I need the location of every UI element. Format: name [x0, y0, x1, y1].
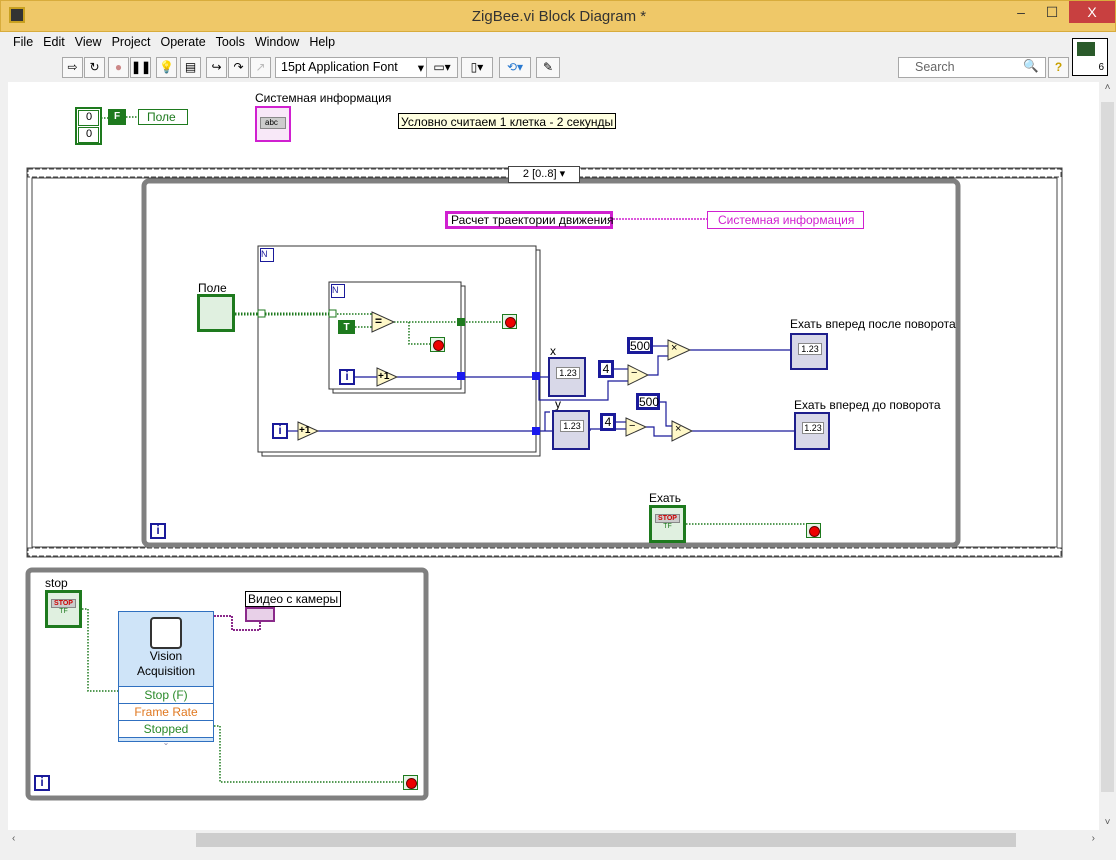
- local-variable-sys-info[interactable]: Системная информация: [707, 211, 864, 229]
- conditional-terminal-outer: [502, 314, 517, 329]
- increment-symbol-outer: +1: [299, 425, 311, 436]
- out2-label: Ехать вперед до поворота: [794, 398, 941, 412]
- go-tf: TF: [663, 523, 672, 530]
- out1-indicator[interactable]: 1.23: [790, 333, 828, 370]
- vision-row-frame-rate[interactable]: Frame Rate: [119, 703, 213, 720]
- film-strip-bottom: [27, 547, 1062, 557]
- sequence-inner-border: [31, 177, 1058, 548]
- video-image-indicator[interactable]: [245, 607, 275, 622]
- loop-iteration-terminal-1: i: [150, 523, 166, 539]
- int-tunnel-inner: [457, 372, 465, 380]
- comment-label: Условно считаем 1 клетка - 2 секунды: [398, 113, 617, 129]
- x-indicator[interactable]: 1.23: [548, 357, 586, 397]
- int-tunnel-x: [532, 372, 540, 380]
- multiply-symbol-1: ×: [671, 342, 678, 354]
- loop-condition-terminal-2: [403, 775, 418, 790]
- stop-text: STOP: [51, 599, 76, 608]
- sequence-frame-selector[interactable]: 2 [0..8] ▾: [508, 166, 580, 183]
- stop-tf: TF: [59, 608, 68, 615]
- out1-label: Ехать вперед после поворота: [790, 317, 956, 331]
- scroll-right-icon[interactable]: ›: [1092, 833, 1095, 844]
- go-stop-button-control[interactable]: STOP TF: [649, 505, 686, 543]
- stop-button-control[interactable]: STOP TF: [45, 590, 82, 628]
- iteration-terminal-inner: i: [339, 369, 355, 385]
- constant-500-a[interactable]: 500: [627, 337, 653, 354]
- cluster-constant[interactable]: 0 0: [75, 107, 102, 145]
- horizontal-scroll-thumb[interactable]: [196, 833, 1016, 847]
- count-terminal-inner: N: [331, 284, 345, 298]
- cluster-field-1[interactable]: 0: [78, 110, 99, 126]
- video-label: Видео с камеры: [245, 591, 342, 607]
- vision-acquisition-express-vi[interactable]: Vision Acquisition Stop (F) Frame Rate S…: [118, 611, 214, 747]
- bool-tunnel: [457, 318, 465, 326]
- multiply-symbol-2: ×: [675, 423, 682, 435]
- scroll-left-icon[interactable]: ‹: [12, 833, 15, 844]
- int-tunnel-y: [532, 427, 540, 435]
- horizontal-scrollbar[interactable]: ‹ ›: [8, 830, 1099, 850]
- vision-row-stop[interactable]: Stop (F): [119, 686, 213, 703]
- scroll-up-icon[interactable]: ˄: [1099, 82, 1116, 93]
- constant-500-b[interactable]: 500: [636, 393, 660, 410]
- count-terminal-outer: N: [260, 248, 274, 262]
- sys-info-type: abc: [260, 117, 286, 129]
- stop-label: stop: [45, 576, 68, 590]
- vision-row-stopped[interactable]: Stopped: [119, 720, 213, 737]
- equal-symbol: =: [375, 314, 383, 328]
- frame-number: 2 [0..8]: [522, 168, 557, 180]
- y-indicator[interactable]: 1.23: [552, 410, 590, 450]
- constant-4-b[interactable]: 4: [600, 413, 616, 431]
- iteration-terminal-outer: i: [272, 423, 288, 439]
- cluster-field-2[interactable]: 0: [78, 127, 99, 143]
- camera-icon: [150, 617, 182, 649]
- vertical-scroll-thumb[interactable]: [1101, 102, 1114, 792]
- subtract-symbol-2: −: [629, 420, 636, 432]
- true-constant[interactable]: T: [338, 320, 355, 334]
- conditional-terminal-inner: [430, 337, 445, 352]
- pole-array-control[interactable]: [197, 294, 235, 332]
- out2-value: 1.23: [802, 422, 824, 434]
- loop-condition-terminal-1: [806, 523, 821, 538]
- pole-label: Поле: [198, 281, 227, 295]
- y-label: y: [555, 397, 561, 411]
- vertical-scrollbar[interactable]: ˄ ˅: [1099, 82, 1116, 830]
- constant-4-a[interactable]: 4: [598, 360, 614, 378]
- sys-info-indicator[interactable]: abc: [255, 106, 291, 142]
- scroll-down-icon[interactable]: ˅: [1099, 817, 1116, 828]
- subtract-symbol-1: −: [631, 367, 638, 379]
- out2-indicator[interactable]: 1.23: [794, 412, 830, 450]
- array-tunnel: [257, 309, 266, 318]
- loop-iteration-terminal-2: i: [34, 775, 50, 791]
- string-constant[interactable]: Расчет траектории движения: [445, 211, 613, 229]
- x-label: x: [550, 344, 556, 358]
- expand-chevron-icon[interactable]: ⌄: [119, 737, 213, 747]
- vision-title: Vision Acquisition: [136, 649, 196, 678]
- sys-info-label: Системная информация: [255, 91, 392, 105]
- array-tunnel-inner: [328, 309, 337, 318]
- go-label: Ехать: [649, 491, 682, 505]
- false-constant[interactable]: F: [108, 109, 126, 125]
- out1-value: 1.23: [798, 343, 822, 355]
- local-variable-pole[interactable]: Поле: [138, 109, 188, 125]
- y-value: 1.23: [560, 420, 584, 432]
- increment-symbol-inner: +1: [378, 371, 390, 382]
- go-stop-text: STOP: [655, 514, 680, 523]
- x-value: 1.23: [556, 367, 580, 379]
